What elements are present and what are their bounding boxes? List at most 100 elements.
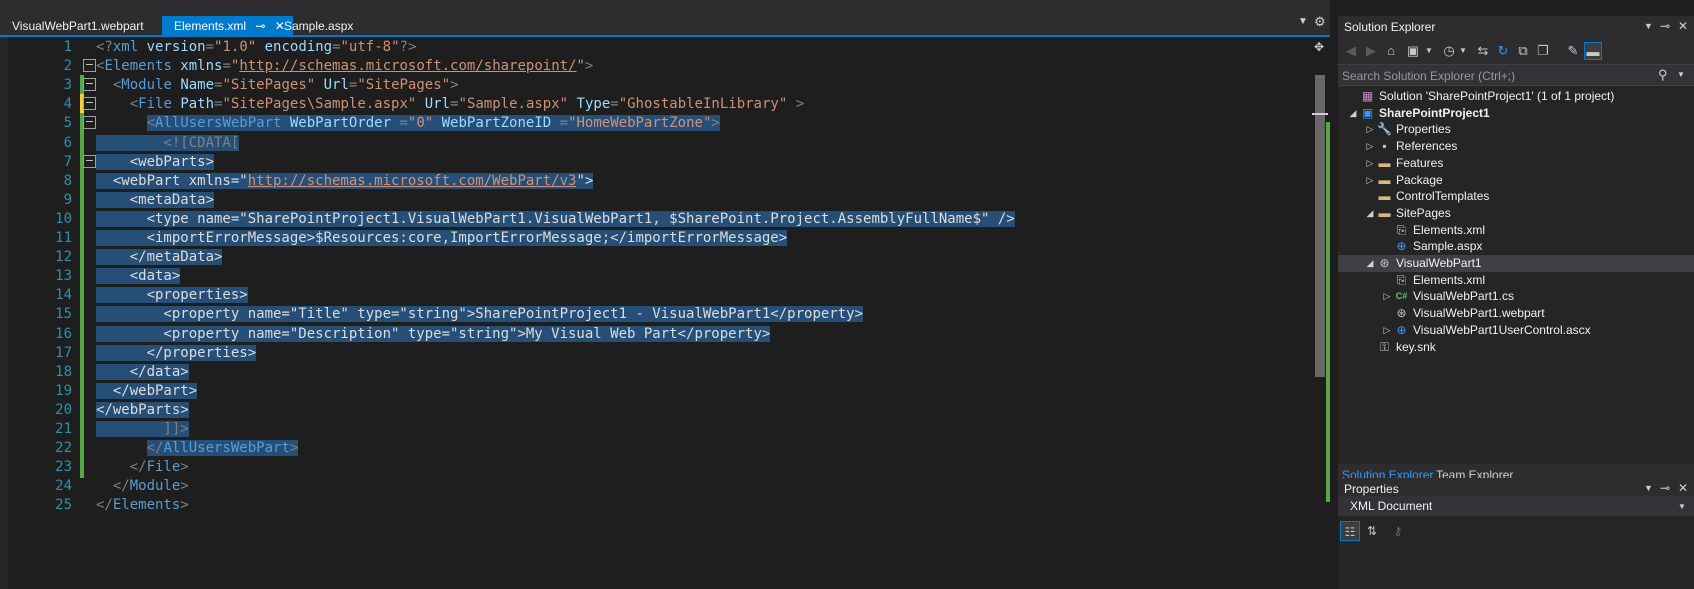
- pin-icon[interactable]: ⊸: [1660, 481, 1670, 495]
- tree-item[interactable]: ⚿ key.snk: [1338, 339, 1694, 356]
- code-line[interactable]: 11 <importErrorMessage>$Resources:core,I…: [0, 228, 1310, 249]
- pin-icon[interactable]: ⊸: [255, 16, 265, 36]
- gear-icon[interactable]: ⚙: [1314, 14, 1326, 30]
- code-line[interactable]: 12 </metaData>: [0, 247, 1310, 268]
- tree-item[interactable]: ⊕ Sample.aspx: [1338, 238, 1694, 255]
- code-line[interactable]: 21 ]]>: [0, 419, 1310, 440]
- pin-icon[interactable]: ⊸: [1660, 19, 1670, 33]
- code-line[interactable]: 25 </Elements>: [0, 495, 1310, 516]
- code-token: <importErrorMessage>$Resources:core,Impo…: [96, 230, 788, 246]
- back-icon[interactable]: ◀: [1342, 42, 1360, 60]
- home-icon[interactable]: ⌂: [1382, 42, 1400, 60]
- expanded-arrow-icon[interactable]: ◢: [1365, 255, 1375, 272]
- code-line[interactable]: 8 <webPart xmlns="http://schemas.microso…: [0, 170, 1310, 192]
- code-line[interactable]: 4− <File Path = "SitePages\Sample.aspx" Ur…: [0, 94, 1310, 115]
- code-line[interactable]: 1 <?xml version="1.0" encoding="utf-8"?>: [0, 37, 1310, 58]
- code-line[interactable]: 2− <Elements xmlns="http://schemas.micros…: [0, 56, 1310, 77]
- chevron-down-icon[interactable]: ▼: [1298, 16, 1308, 27]
- expanded-arrow-icon[interactable]: ◢: [1365, 205, 1375, 222]
- refresh-icon[interactable]: ↻: [1494, 42, 1512, 60]
- expanded-arrow-icon[interactable]: ◢: [1348, 105, 1358, 122]
- code-line[interactable]: 10 <type name="SharePointProject1.Visual…: [0, 208, 1310, 230]
- alphabetical-icon[interactable]: ⇅: [1362, 521, 1382, 541]
- tree-item-label: Package: [1396, 172, 1443, 187]
- collapsed-arrow-icon[interactable]: ▷: [1365, 121, 1375, 138]
- code-line[interactable]: 23 </File>: [0, 457, 1310, 478]
- collapsed-arrow-icon[interactable]: ▷: [1365, 155, 1375, 172]
- collapsed-arrow-icon[interactable]: ▷: [1365, 138, 1375, 155]
- tree-item[interactable]: ▷ ▪ References: [1338, 138, 1694, 155]
- close-icon[interactable]: ✕: [1678, 19, 1688, 33]
- code-line[interactable]: 20 </webParts>: [0, 399, 1310, 421]
- code-line[interactable]: 7− <webParts>: [0, 151, 1310, 173]
- tree-item[interactable]: ⎘ Elements.xml: [1338, 222, 1694, 239]
- code-line[interactable]: 3− <Module Name="SitePages" Url="SitePag…: [0, 75, 1310, 96]
- tree-item[interactable]: ▷ ⊕ VisualWebPart1UserControl.ascx: [1338, 322, 1694, 339]
- tree-item[interactable]: ▷ ▬ Package: [1338, 172, 1694, 189]
- categorized-icon[interactable]: ☷: [1340, 521, 1360, 541]
- collapse-toggle-icon[interactable]: −: [83, 154, 96, 168]
- tree-item[interactable]: ▷ ▬ Features: [1338, 155, 1694, 172]
- code-token: >: [711, 115, 720, 132]
- code-line[interactable]: 22 </AllUsersWebPart>: [0, 438, 1310, 459]
- tab-sample-aspx[interactable]: Sample.aspx: [272, 16, 361, 36]
- solution-explorer-title: Solution Explorer: [1344, 20, 1436, 34]
- dropdown-icon[interactable]: ▼: [1644, 21, 1653, 31]
- code-line[interactable]: 6 <![CDATA[: [0, 132, 1310, 153]
- code-token: >: [450, 77, 459, 94]
- xml-file-icon: ⎘: [1396, 272, 1407, 287]
- tree-item[interactable]: ⊛ VisualWebPart1.webpart: [1338, 305, 1694, 322]
- collapse-all-icon[interactable]: ⧉: [1514, 42, 1532, 60]
- code-line[interactable]: 9 <metaData>: [0, 189, 1310, 211]
- forward-icon[interactable]: ▶: [1362, 42, 1380, 60]
- collapsed-arrow-icon[interactable]: ▷: [1382, 322, 1392, 339]
- line-number: 17: [55, 344, 72, 361]
- chevron-down-icon[interactable]: ▼: [1420, 42, 1438, 60]
- object-selector[interactable]: XML Document ▼: [1338, 496, 1694, 516]
- tree-item[interactable]: ▬ ControlTemplates: [1338, 188, 1694, 205]
- tree-item[interactable]: ◢ ▣ SharePointProject1: [1338, 105, 1694, 122]
- scrollbar-thumb[interactable]: [1315, 75, 1325, 377]
- code-token: http://schemas.microsoft.com/sharepoint/: [239, 58, 577, 75]
- tree-item[interactable]: ◢ ▬ SitePages: [1338, 205, 1694, 222]
- code-line[interactable]: 17 </properties>: [0, 342, 1310, 364]
- show-all-files-icon[interactable]: ❐: [1534, 42, 1552, 60]
- tree-item[interactable]: ⎘ Elements.xml: [1338, 272, 1694, 289]
- code-line[interactable]: 14 <properties>: [0, 285, 1310, 306]
- code-line[interactable]: 5− <AllUsersWebPart WebPartOrder ="0" We…: [0, 113, 1310, 134]
- code-line[interactable]: 13 <data>: [0, 266, 1310, 287]
- code-token: </: [96, 459, 147, 476]
- tree-item[interactable]: ▷ 🔧 Properties: [1338, 121, 1694, 138]
- code-text: <property name="Description" type="strin…: [96, 324, 771, 345]
- tree-item[interactable]: ◢ ⊛ VisualWebPart1: [1338, 255, 1694, 272]
- code-line[interactable]: 18 </data>: [0, 361, 1310, 383]
- search-input[interactable]: [1342, 67, 1642, 85]
- collapsed-arrow-icon[interactable]: ▷: [1365, 172, 1375, 189]
- tree-item[interactable]: ▷ C# VisualWebPart1.cs: [1338, 288, 1694, 305]
- code-line[interactable]: 19 </webPart>: [0, 380, 1310, 402]
- chevron-down-icon[interactable]: ▼: [1454, 42, 1472, 60]
- chevron-down-icon[interactable]: ▼: [1677, 70, 1685, 79]
- collapse-toggle-icon[interactable]: −: [83, 116, 96, 130]
- sync-icon[interactable]: ⇆: [1474, 42, 1492, 60]
- property-pages-icon[interactable]: ⚷: [1388, 521, 1408, 541]
- code-line[interactable]: 24 </Module>: [0, 476, 1310, 497]
- folder-icon: ▬: [1378, 155, 1391, 170]
- preview-icon[interactable]: ▬: [1584, 42, 1602, 60]
- collapse-toggle-icon[interactable]: −: [83, 78, 96, 92]
- collapsed-arrow-icon[interactable]: ▷: [1382, 288, 1392, 305]
- collapse-toggle-icon[interactable]: −: [83, 97, 96, 111]
- search-icon[interactable]: ⚲: [1658, 67, 1668, 83]
- code-token: >: [584, 58, 594, 75]
- split-window-icon[interactable]: ✥: [1314, 40, 1324, 54]
- dropdown-icon[interactable]: ▼: [1644, 483, 1653, 493]
- solution-explorer-search: ⚲ ▼: [1338, 64, 1694, 86]
- tab-visualwebpart1-webpart[interactable]: VisualWebPart1.webpart: [0, 16, 152, 36]
- tree-item[interactable]: ▦ Solution 'SharePointProject1' (1 of 1 p…: [1338, 88, 1694, 105]
- code-line[interactable]: 15 <property name="Title" type="string">…: [0, 304, 1310, 325]
- collapse-toggle-icon[interactable]: −: [83, 59, 96, 73]
- code-line[interactable]: 16 <property name="Description" type="st…: [0, 323, 1310, 345]
- code-editor[interactable]: 1 <?xml version="1.0" encoding="utf-8"?> 2…: [0, 37, 1330, 589]
- properties-icon[interactable]: ✎: [1564, 42, 1582, 60]
- close-icon[interactable]: ✕: [1678, 481, 1688, 495]
